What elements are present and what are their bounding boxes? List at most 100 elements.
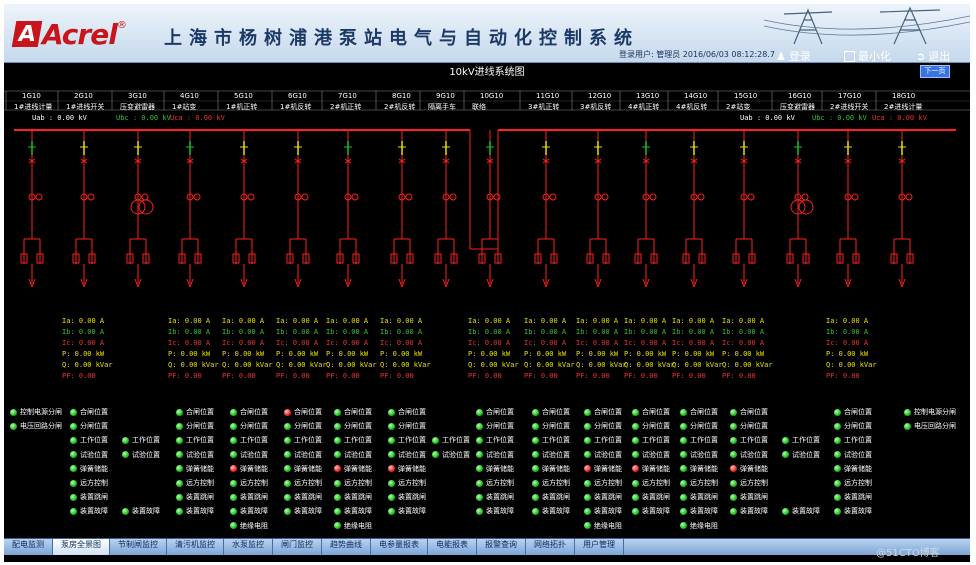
status-label: 试验位置 bbox=[690, 450, 718, 459]
minimize-label: 最小化 bbox=[858, 50, 891, 63]
status-light-icon bbox=[70, 507, 77, 515]
status-indicator: 装置故障 bbox=[334, 506, 372, 516]
status-light-icon bbox=[680, 522, 687, 530]
status-indicator: 工作位置 bbox=[632, 435, 670, 445]
status-label: 分闸位置 bbox=[594, 422, 622, 431]
status-label: 工作位置 bbox=[186, 436, 214, 445]
status-light-icon bbox=[476, 408, 483, 416]
status-indicator: 分闸位置 bbox=[632, 421, 670, 431]
next-page-button[interactable]: 下一页 bbox=[920, 65, 950, 78]
status-light-icon bbox=[388, 493, 395, 501]
status-label: 控制电源分闸 bbox=[914, 408, 956, 416]
exit-icon: ➲ bbox=[916, 49, 926, 63]
measurement-pf: PF: 0.00 bbox=[222, 372, 256, 380]
status-indicator: 远方控制 bbox=[834, 478, 872, 488]
status-light-icon bbox=[632, 451, 639, 459]
measurement-ib: Ib: 0.00 A bbox=[326, 328, 369, 336]
status-indicator: 装置跳闸 bbox=[334, 492, 372, 502]
status-label: 绝缘电阻 bbox=[240, 521, 268, 530]
cabinet-name: 3#机正转 bbox=[528, 103, 560, 111]
power-tower-icon bbox=[764, 6, 970, 45]
login-button[interactable]: ♟ 登录 bbox=[776, 48, 811, 64]
status-indicator: 装置跳闸 bbox=[388, 492, 426, 502]
status-indicator: 试验位置 bbox=[532, 450, 570, 460]
nav-item[interactable]: 清污机监控 bbox=[167, 539, 224, 555]
status-indicator: 装置故障 bbox=[176, 506, 214, 516]
status-light-icon bbox=[584, 408, 591, 416]
cabinet-number: 10G10 bbox=[480, 92, 504, 100]
status-indicator: 分闸位置 bbox=[834, 421, 872, 431]
status-label: 弹簧储能 bbox=[690, 464, 718, 473]
status-light-icon bbox=[834, 451, 841, 459]
status-label: 工作位置 bbox=[398, 436, 426, 445]
nav-item[interactable]: 网络拓扑 bbox=[526, 539, 575, 555]
status-label: 装置故障 bbox=[542, 507, 570, 516]
status-label: 装置跳闸 bbox=[186, 493, 214, 502]
cabinet-name: 1#机正转 bbox=[226, 103, 258, 111]
status-light-icon bbox=[388, 408, 395, 416]
nav-item[interactable]: 电能报表 bbox=[428, 539, 477, 555]
measurement-ia: Ia: 0.00 A bbox=[576, 317, 619, 325]
status-light-icon bbox=[680, 479, 687, 487]
status-light-icon bbox=[70, 422, 77, 430]
status-light-icon bbox=[70, 479, 77, 487]
status-indicator: 工作位置 bbox=[230, 435, 268, 445]
status-light-icon bbox=[584, 507, 591, 515]
nav-item[interactable]: 电参量报表 bbox=[371, 539, 428, 555]
measurement-pf: PF: 0.00 bbox=[524, 372, 558, 380]
nav-item[interactable]: 用户管理 bbox=[575, 539, 624, 555]
nav-item[interactable]: 节制闸监控 bbox=[110, 539, 167, 555]
status-label: 远方控制 bbox=[486, 479, 514, 487]
status-light-icon bbox=[176, 493, 183, 501]
status-light-icon bbox=[70, 436, 77, 444]
status-light-icon bbox=[476, 422, 483, 430]
status-light-icon bbox=[432, 451, 439, 459]
status-indicator: 合闸位置 bbox=[230, 407, 268, 417]
status-indicator: 分闸位置 bbox=[388, 421, 426, 431]
status-label: 装置故障 bbox=[294, 507, 322, 516]
exit-button[interactable]: ➲ 退出 bbox=[916, 48, 950, 64]
status-light-icon bbox=[904, 408, 911, 416]
status-indicator: 分闸位置 bbox=[176, 421, 214, 431]
status-light-icon bbox=[176, 465, 183, 473]
status-indicator: 试验位置 bbox=[584, 450, 622, 460]
status-light-icon bbox=[10, 408, 17, 416]
nav-item[interactable]: 报警查询 bbox=[477, 539, 526, 555]
status-indicator: 合闸位置 bbox=[334, 407, 372, 417]
status-light-icon bbox=[632, 507, 639, 515]
app-title: 上海市杨树浦港泵站电气与自动化控制系统 bbox=[164, 28, 639, 49]
status-indicator: 装置故障 bbox=[230, 506, 268, 516]
measurement-p: P: 0.00 kW bbox=[380, 350, 423, 358]
status-indicator: 试验位置 bbox=[632, 450, 670, 460]
status-label: 装置跳闸 bbox=[344, 493, 372, 502]
status-indicator: 工作位置 bbox=[476, 435, 514, 445]
status-indicator: 电压回路分闸 bbox=[904, 421, 956, 431]
status-light-icon bbox=[334, 479, 341, 487]
status-label: 装置故障 bbox=[690, 507, 718, 516]
nav-item[interactable]: 趋势曲线 bbox=[322, 539, 371, 555]
cabinet-name: 联络 bbox=[472, 103, 486, 111]
nav-item[interactable]: 泵房全景图 bbox=[53, 539, 110, 555]
nav-item[interactable]: 配电监测 bbox=[4, 539, 53, 555]
nav-item[interactable]: 闸门监控 bbox=[273, 539, 322, 555]
status-indicator: 绝缘电阻 bbox=[334, 521, 372, 531]
measurement-ic: Ic: 0.00 A bbox=[672, 339, 715, 347]
ct-symbol bbox=[247, 193, 255, 201]
status-indicator: 分闸位置 bbox=[584, 421, 622, 431]
status-indicator: 弹簧储能 bbox=[334, 464, 372, 474]
status-light-icon bbox=[584, 436, 591, 444]
status-light-icon bbox=[388, 465, 395, 473]
status-light-icon bbox=[476, 493, 483, 501]
nav-item[interactable]: 水泵监控 bbox=[224, 539, 273, 555]
status-label: 工作位置 bbox=[642, 436, 670, 445]
cabinet-name: 4#机正转 bbox=[628, 103, 660, 111]
status-indicator: 装置故障 bbox=[730, 506, 768, 516]
measurement-ia: Ia: 0.00 A bbox=[168, 317, 211, 325]
status-light-icon bbox=[632, 422, 639, 430]
measurement-ic: Ic: 0.00 A bbox=[326, 339, 369, 347]
minimize-button[interactable]: 最小化 bbox=[844, 48, 891, 64]
status-indicator: 合闸位置 bbox=[70, 407, 108, 417]
logo-text: Acrel bbox=[42, 17, 118, 51]
status-label: 远方控制 bbox=[690, 479, 718, 487]
measurement-q: Q: 0.00 kVar bbox=[168, 361, 219, 369]
